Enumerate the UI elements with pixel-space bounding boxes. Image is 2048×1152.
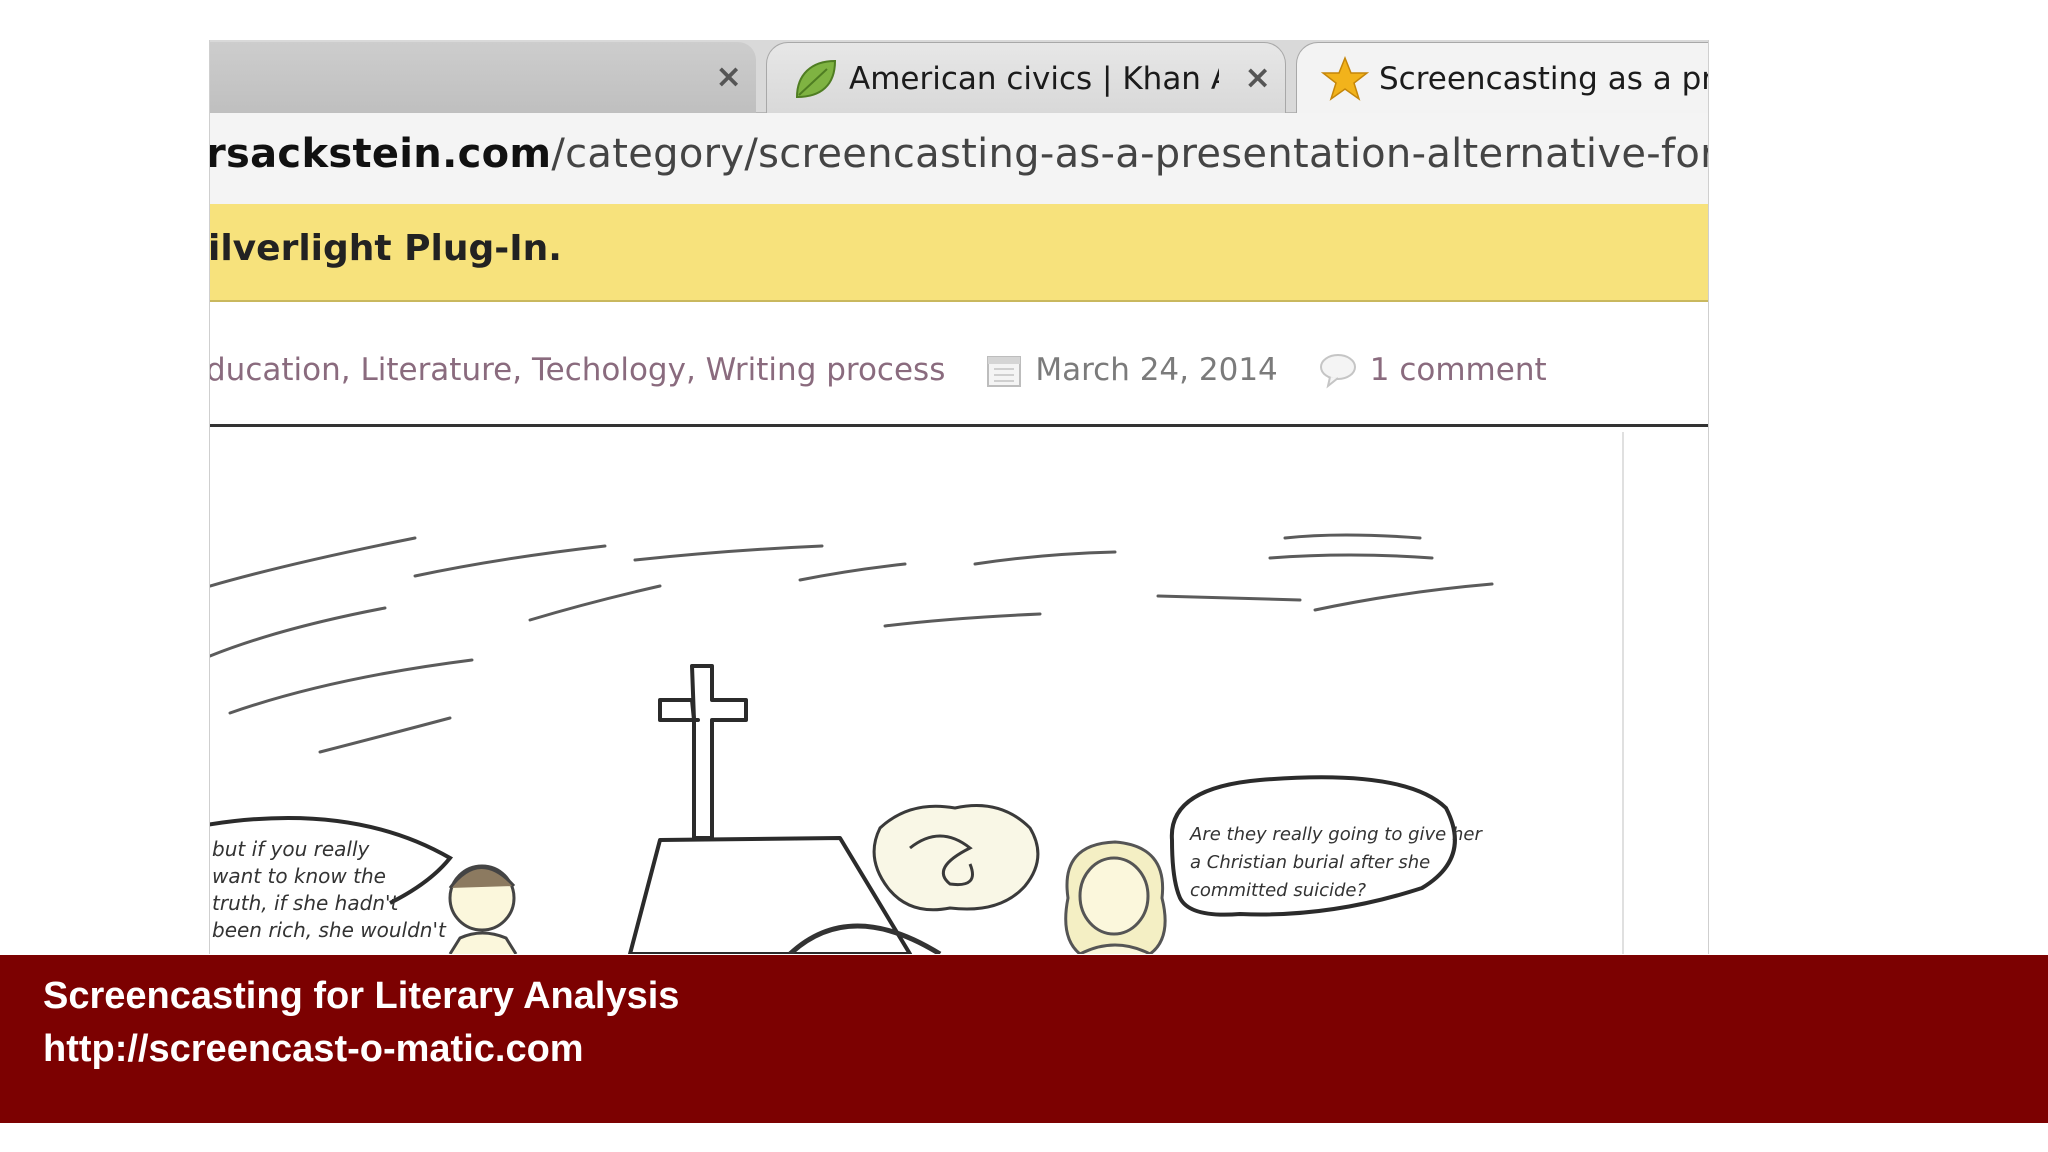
speech-right-line3: committed suicide? xyxy=(1190,880,1367,901)
speech-left-line1: but if you really xyxy=(212,837,371,861)
post-date: March 24, 2014 xyxy=(1035,352,1278,388)
close-icon[interactable]: × xyxy=(715,58,742,94)
caption-bar: Screencasting for Literary Analysis http… xyxy=(0,955,2048,1123)
comment-icon xyxy=(1319,354,1356,389)
plugin-notice-bar: ilverlight Plug-In. xyxy=(210,204,1708,302)
speech-right-line1: Are they really going to give her xyxy=(1189,824,1483,845)
tab-previous[interactable]: × xyxy=(210,42,756,114)
character-right xyxy=(1064,840,1167,954)
post-categories[interactable]: ducation, Literature, Techology, Writing… xyxy=(210,352,945,388)
url-path: /category/screencasting-as-a-presentatio… xyxy=(551,131,1709,177)
sky-lines xyxy=(210,533,1494,754)
browser-window: × American civics | Khan Academy × Scree… xyxy=(209,40,1709,954)
caption-url: http://screencast-o-matic.com xyxy=(43,1028,584,1070)
tab-title: American civics | Khan Academy xyxy=(849,61,1219,97)
leaf-icon xyxy=(795,59,837,99)
thought-scribble xyxy=(872,804,1040,912)
post-comments-link[interactable]: 1 comment xyxy=(1370,352,1547,388)
star-icon xyxy=(1321,55,1369,101)
speech-left-line2: want to know the xyxy=(212,864,386,888)
character-left xyxy=(448,864,518,954)
plugin-notice-text: ilverlight Plug-In. xyxy=(209,228,562,269)
speech-left-line4: been rich, she wouldn't xyxy=(212,918,447,942)
speech-right-line2: a Christian burial after she xyxy=(1190,852,1430,873)
grave-cross xyxy=(628,664,912,954)
comic-drawing: but if you really want to know the truth… xyxy=(210,533,1494,954)
tab-screencasting[interactable]: Screencasting as a presentation × xyxy=(1296,42,1708,115)
url-host: rsackstein.com xyxy=(209,131,552,177)
content-divider xyxy=(210,424,1708,427)
tab-strip: × American civics | Khan Academy × Scree… xyxy=(210,40,1708,115)
close-icon[interactable]: × xyxy=(1244,59,1271,95)
post-meta: ducation, Literature, Techology, Writing… xyxy=(210,340,1708,400)
tab-american-civics[interactable]: American civics | Khan Academy × xyxy=(766,42,1286,115)
url-text[interactable]: rsackstein.com/category/screencasting-as… xyxy=(209,131,1709,177)
tab-title: Screencasting as a presentation xyxy=(1379,61,1708,97)
caption-title: Screencasting for Literary Analysis xyxy=(43,975,680,1017)
calendar-icon xyxy=(987,356,1022,387)
speech-left-line3: truth, if she hadn't xyxy=(212,891,399,915)
